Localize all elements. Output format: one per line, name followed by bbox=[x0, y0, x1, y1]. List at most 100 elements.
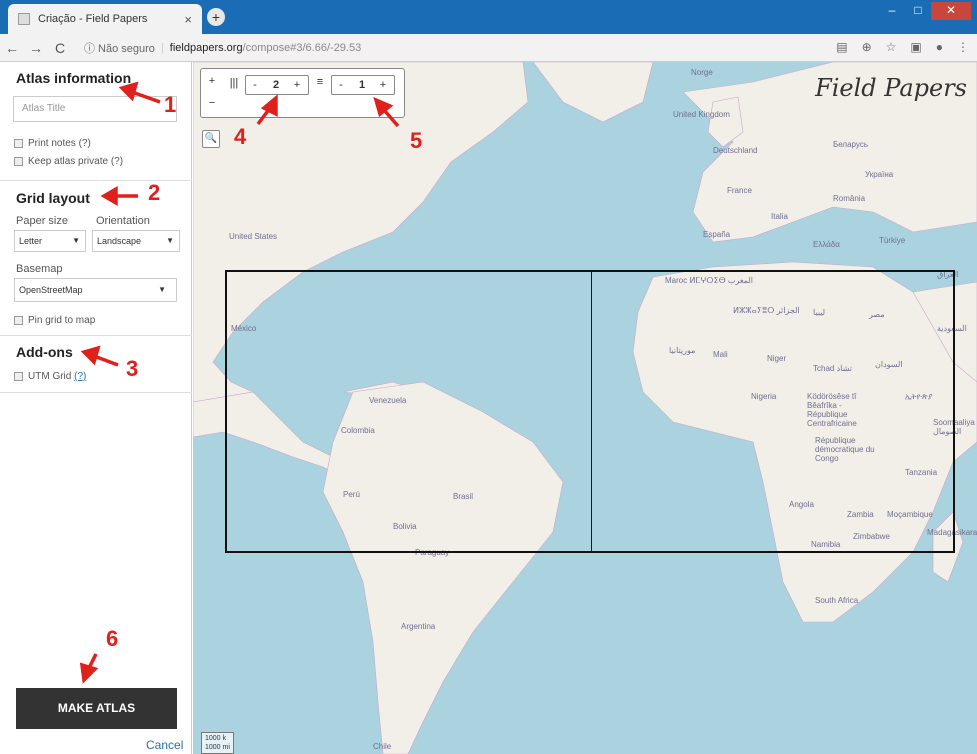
map-label: Türkiye bbox=[879, 236, 906, 245]
atlas-info-heading: Atlas information bbox=[16, 70, 132, 86]
map-view[interactable]: Norge United Kingdom Deutschland Беларус… bbox=[193, 62, 977, 754]
columns-plus-button[interactable]: + bbox=[290, 79, 304, 91]
browser-tab[interactable]: Criação - Field Papers × bbox=[8, 4, 202, 34]
utm-grid-checkbox[interactable]: UTM Grid (?) bbox=[14, 371, 86, 382]
rows-icon: ≡ bbox=[316, 76, 324, 88]
rows-count: 1 bbox=[358, 79, 366, 91]
map-label: South Africa bbox=[815, 596, 859, 605]
new-tab-button[interactable]: + bbox=[207, 8, 225, 26]
basemap-select[interactable]: OpenStreetMap ▼ bbox=[14, 278, 177, 302]
favicon-icon bbox=[18, 13, 30, 25]
utm-grid-label: UTM Grid bbox=[28, 371, 72, 382]
atlas-page-grid[interactable] bbox=[225, 270, 955, 553]
reload-button[interactable]: C bbox=[48, 40, 72, 56]
back-button[interactable]: ← bbox=[0, 40, 24, 56]
extension-icon[interactable]: ▣ bbox=[910, 40, 921, 54]
chevron-down-icon: ▼ bbox=[166, 236, 174, 245]
annotation-6: 6 bbox=[106, 626, 119, 651]
url-path: /compose#3/6.66/-29.53 bbox=[242, 41, 362, 54]
paper-size-select[interactable]: Letter ▼ bbox=[14, 230, 86, 252]
window-controls: – □ ✕ bbox=[879, 2, 971, 20]
rows-minus-button[interactable]: - bbox=[334, 79, 348, 91]
rows-plus-button[interactable]: + bbox=[376, 79, 390, 91]
pin-grid-label: Pin grid to map bbox=[28, 315, 96, 326]
pin-grid-checkbox[interactable]: Pin grid to map bbox=[14, 315, 95, 326]
make-atlas-button[interactable]: MAKE ATLAS bbox=[16, 688, 177, 729]
divider bbox=[0, 180, 192, 181]
star-icon[interactable]: ☆ bbox=[886, 40, 897, 54]
tab-close-icon[interactable]: × bbox=[184, 12, 192, 27]
columns-count: 2 bbox=[272, 79, 280, 91]
basemap-value: OpenStreetMap bbox=[19, 285, 83, 295]
annotation-5: 5 bbox=[410, 128, 423, 153]
map-label: United States bbox=[229, 232, 278, 241]
browser-tab-strip: Criação - Field Papers × + – □ ✕ bbox=[0, 0, 977, 34]
map-label: Italia bbox=[771, 212, 788, 221]
map-label: France bbox=[727, 186, 752, 195]
help-link[interactable]: (?) bbox=[74, 371, 86, 382]
addons-heading: Add-ons bbox=[16, 344, 73, 360]
map-label: România bbox=[833, 194, 866, 203]
paper-size-label: Paper size bbox=[16, 215, 68, 227]
url-field[interactable]: ⓘ Não seguro | fieldpapers.org /compose#… bbox=[78, 40, 361, 56]
scale-bar: 1000 k 1000 mi bbox=[201, 732, 234, 754]
orientation-label: Orientation bbox=[96, 215, 150, 227]
checkbox-icon[interactable] bbox=[14, 157, 23, 166]
map-label: Ελλάδα bbox=[813, 240, 840, 249]
orientation-select[interactable]: Landscape ▼ bbox=[92, 230, 180, 252]
forward-button[interactable]: → bbox=[24, 40, 48, 56]
scale-mi: 1000 mi bbox=[205, 744, 230, 751]
basemap-label: Basemap bbox=[16, 263, 63, 275]
help-link[interactable]: (?) bbox=[111, 156, 123, 167]
menu-icon[interactable]: ⋮ bbox=[957, 40, 969, 54]
chevron-down-icon: ▼ bbox=[158, 285, 166, 294]
zoom-out-button[interactable]: − bbox=[205, 97, 219, 109]
maximize-icon[interactable]: □ bbox=[905, 2, 931, 20]
field-papers-logo: Field Papers bbox=[815, 74, 967, 102]
window-close-icon[interactable]: ✕ bbox=[931, 2, 971, 20]
url-host: fieldpapers.org bbox=[169, 41, 243, 54]
zoom-icon[interactable]: ⊕ bbox=[862, 40, 872, 54]
annotation-3: 3 bbox=[126, 356, 139, 381]
map-label: Argentina bbox=[401, 622, 436, 631]
profile-icon[interactable]: ● bbox=[936, 40, 943, 54]
keep-private-checkbox[interactable]: Keep atlas private (?) bbox=[14, 156, 123, 167]
cancel-link[interactable]: Cancel bbox=[146, 738, 183, 752]
map-label: Беларусь bbox=[833, 140, 868, 149]
map-label: Deutschland bbox=[713, 146, 758, 155]
security-indicator[interactable]: ⓘ Não seguro bbox=[84, 40, 155, 56]
page-divider bbox=[591, 272, 592, 551]
rows-stepper: - 1 + bbox=[331, 75, 395, 95]
divider bbox=[0, 335, 192, 336]
orientation-value: Landscape bbox=[97, 236, 142, 246]
print-notes-label: Print notes bbox=[28, 138, 76, 149]
columns-stepper: - 2 + bbox=[245, 75, 309, 95]
checkbox-icon[interactable] bbox=[14, 372, 23, 381]
translate-icon[interactable]: ▤ bbox=[836, 40, 847, 54]
zoom-in-button[interactable]: + bbox=[205, 75, 219, 87]
map-label: Україна bbox=[865, 170, 894, 179]
columns-icon: ||| bbox=[229, 77, 239, 89]
annotation-2: 2 bbox=[148, 180, 161, 205]
annotation-4: 4 bbox=[234, 124, 247, 149]
map-label: Norge bbox=[691, 68, 713, 77]
tab-title: Criação - Field Papers bbox=[38, 13, 148, 25]
grid-controls: + − ||| - 2 + ≡ - 1 + bbox=[200, 68, 405, 118]
print-notes-checkbox[interactable]: Print notes (?) bbox=[14, 138, 91, 149]
browser-actions: ▤ ⊕ ☆ ▣ ● ⋮ bbox=[836, 40, 969, 54]
checkbox-icon[interactable] bbox=[14, 139, 23, 148]
divider bbox=[0, 392, 192, 393]
help-link[interactable]: (?) bbox=[79, 138, 91, 149]
checkbox-icon[interactable] bbox=[14, 316, 23, 325]
chevron-down-icon: ▼ bbox=[72, 236, 80, 245]
scale-km: 1000 k bbox=[205, 735, 227, 742]
columns-minus-button[interactable]: - bbox=[248, 79, 262, 91]
search-icon[interactable]: 🔍 bbox=[202, 130, 220, 148]
paper-size-value: Letter bbox=[19, 236, 43, 246]
minimize-icon[interactable]: – bbox=[879, 2, 905, 20]
atlas-title-input[interactable]: Atlas Title bbox=[13, 96, 177, 122]
annotation-1: 1 bbox=[164, 92, 177, 117]
address-bar: ← → C ⓘ Não seguro | fieldpapers.org /co… bbox=[0, 34, 977, 62]
keep-private-label: Keep atlas private bbox=[28, 156, 109, 167]
map-label: United Kingdom bbox=[673, 110, 730, 119]
